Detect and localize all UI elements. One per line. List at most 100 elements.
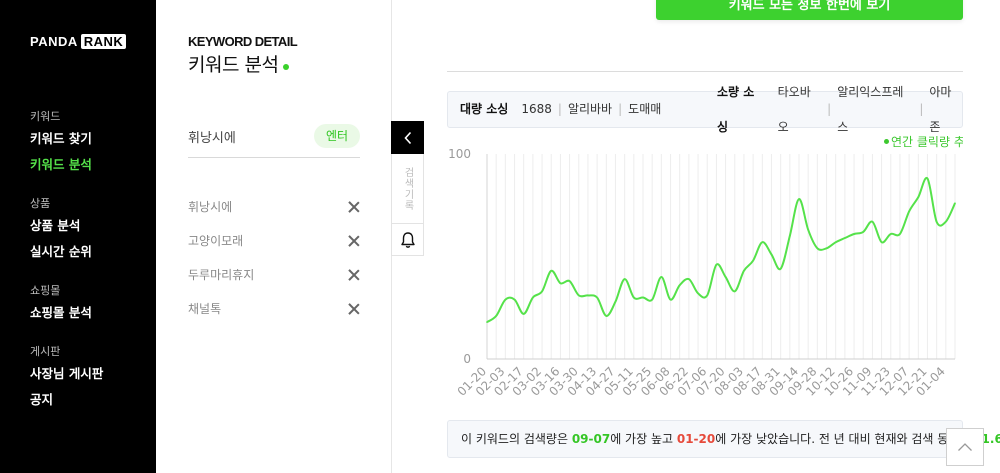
data-point bbox=[697, 292, 699, 295]
summary-peak-date: 09-07 bbox=[571, 432, 611, 446]
data-point bbox=[724, 276, 727, 278]
click-trend-chart: 010001-2002-0302-1703-0203-1603-3004-130… bbox=[448, 147, 956, 399]
data-point bbox=[871, 220, 874, 223]
data-point bbox=[541, 290, 543, 293]
keyword-panel: KEYWORD DETAIL 키워드 분석 엔터 휘낭시에 고양이모래 두루마리… bbox=[156, 0, 392, 473]
source-link-domeme[interactable]: 도매매 bbox=[628, 92, 661, 127]
data-point bbox=[890, 233, 892, 235]
data-point bbox=[587, 294, 589, 297]
data-point bbox=[688, 278, 690, 280]
data-point bbox=[633, 296, 635, 299]
nav-category-label: 게시판 bbox=[30, 345, 61, 358]
recent-keyword-item[interactable]: 채널톡 bbox=[188, 292, 360, 326]
panel-toggle-button[interactable] bbox=[391, 121, 424, 154]
summary-text-3: 에 가장 낮았습니다. 전 년 대비 현재와 검색 동향 bbox=[715, 432, 964, 446]
bulk-sourcing-group: 대량 소싱 1688 | 알리바바 | 도매매 bbox=[460, 92, 661, 127]
data-point bbox=[945, 220, 947, 223]
data-point bbox=[559, 282, 562, 284]
scroll-top-button[interactable] bbox=[946, 428, 984, 466]
nav-item-keyword-analysis[interactable]: 키워드 분석 bbox=[30, 152, 92, 178]
data-point bbox=[522, 313, 525, 315]
close-icon[interactable] bbox=[348, 269, 360, 281]
y-tick-label: 0 bbox=[463, 352, 471, 366]
data-point bbox=[899, 233, 901, 235]
panel-title: 키워드 분석 bbox=[188, 50, 290, 77]
data-point bbox=[816, 247, 819, 250]
data-point bbox=[761, 241, 764, 243]
data-point bbox=[917, 196, 920, 198]
small-sourcing-group: 소량 소싱 타오바오 | 알리익스프레스 | 아마존 bbox=[717, 85, 962, 134]
data-point bbox=[880, 241, 883, 243]
data-point bbox=[513, 298, 516, 301]
brand-logo[interactable]: PANDA RANK bbox=[30, 34, 127, 49]
small-sourcing-title: 소량 소싱 bbox=[717, 84, 755, 134]
data-point bbox=[669, 298, 672, 301]
series-line bbox=[486, 176, 956, 323]
panel-title-text: 키워드 분석 bbox=[188, 54, 279, 76]
keyword-input[interactable] bbox=[188, 124, 308, 148]
close-icon[interactable] bbox=[348, 235, 360, 247]
recent-keyword-item[interactable]: 고양이모래 bbox=[188, 224, 360, 258]
nav-item-realtime-rank[interactable]: 실시간 순위 bbox=[30, 239, 92, 265]
recent-keyword-item[interactable]: 두루마리휴지 bbox=[188, 258, 360, 292]
data-point bbox=[568, 280, 571, 282]
nav-category-label: 키워드 bbox=[30, 110, 61, 123]
chevron-up-icon bbox=[958, 443, 972, 451]
source-link-alibaba[interactable]: 알리바바 bbox=[568, 92, 612, 127]
brand-name-part1: PANDA bbox=[30, 34, 78, 49]
nav-item-product-analysis[interactable]: 상품 분석 bbox=[30, 213, 92, 239]
recent-keyword-item[interactable]: 휘낭시에 bbox=[188, 190, 360, 224]
keyword-search-row: 엔터 bbox=[188, 124, 360, 158]
bulk-sourcing-title: 대량 소싱 bbox=[460, 102, 509, 116]
data-point bbox=[660, 276, 663, 278]
summary-low-date: 01-20 bbox=[676, 432, 716, 446]
data-point bbox=[651, 298, 653, 301]
summary-text-1: 이 키워드의 검색량은 bbox=[461, 432, 572, 446]
nav-category-label: 쇼핑몰 bbox=[30, 284, 61, 297]
source-link-1688[interactable]: 1688 bbox=[521, 92, 552, 127]
data-point bbox=[834, 241, 837, 243]
nav-item-keyword-search[interactable]: 키워드 찾기 bbox=[30, 126, 92, 152]
nav-item-owner-board[interactable]: 사장님 게시판 bbox=[30, 361, 103, 387]
separator: | bbox=[919, 102, 924, 116]
data-point bbox=[495, 315, 497, 317]
search-history-tab[interactable]: 검색기록 bbox=[391, 154, 424, 224]
all-info-button[interactable]: 키워드 모든 정보 한번에 보기 bbox=[656, 0, 963, 20]
chevron-left-icon bbox=[403, 131, 411, 144]
brand-name-part2: RANK bbox=[80, 34, 127, 49]
notification-button[interactable] bbox=[391, 224, 424, 256]
recent-keyword-label[interactable]: 휘낭시에 bbox=[188, 200, 232, 214]
nav-item-notice[interactable]: 공지 bbox=[30, 387, 103, 413]
data-point bbox=[935, 220, 938, 223]
enter-button[interactable]: 엔터 bbox=[314, 124, 360, 148]
data-point bbox=[605, 315, 608, 317]
recent-keyword-label[interactable]: 고양이모래 bbox=[188, 234, 243, 248]
summary-text-2: 에 가장 높고 bbox=[610, 432, 677, 446]
data-point bbox=[706, 294, 708, 297]
close-icon[interactable] bbox=[348, 303, 360, 315]
recent-keyword-label[interactable]: 채널톡 bbox=[188, 302, 221, 316]
data-point bbox=[954, 202, 956, 204]
data-point bbox=[623, 278, 626, 280]
recent-keyword-label[interactable]: 두루마리휴지 bbox=[188, 268, 254, 282]
search-history-label: 검색기록 bbox=[402, 166, 413, 211]
nav-group-product: 상품 상품 분석 실시간 순위 bbox=[30, 195, 92, 265]
data-point bbox=[807, 229, 809, 231]
divider bbox=[447, 71, 963, 72]
data-point bbox=[678, 284, 681, 286]
data-point bbox=[752, 259, 754, 262]
source-link-taobao[interactable]: 타오바오 bbox=[778, 75, 822, 145]
data-point bbox=[789, 235, 791, 237]
bell-icon bbox=[400, 231, 415, 248]
nav-item-shop-analysis[interactable]: 쇼핑몰 분석 bbox=[30, 300, 92, 326]
data-point bbox=[798, 198, 800, 200]
data-point bbox=[642, 296, 644, 299]
data-point bbox=[734, 290, 736, 293]
y-tick-label: 100 bbox=[448, 147, 471, 161]
data-point bbox=[926, 177, 929, 180]
nav-group-board: 게시판 사장님 게시판 공지 bbox=[30, 343, 103, 413]
data-point bbox=[715, 263, 718, 266]
close-icon[interactable] bbox=[348, 201, 360, 213]
data-point bbox=[550, 270, 552, 272]
sidebar: PANDA RANK 키워드 키워드 찾기 키워드 분석 상품 상품 분석 실시간… bbox=[0, 0, 156, 473]
